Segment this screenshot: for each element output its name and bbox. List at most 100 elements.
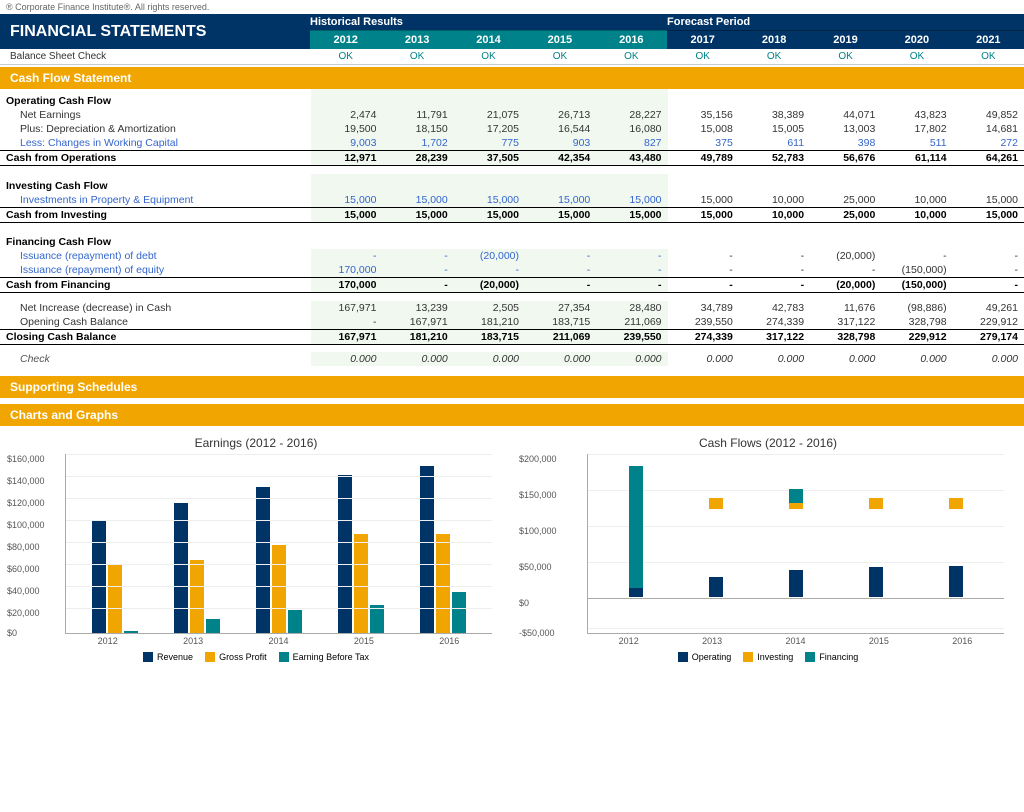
net-earnings-row: Net Earnings 2,474 11,791 21,075 26,713 … bbox=[0, 108, 1024, 122]
da-2020: 17,802 bbox=[881, 122, 952, 136]
bsc-2017: OK bbox=[667, 49, 738, 64]
cff-2015: - bbox=[525, 278, 596, 293]
inv-f2 bbox=[739, 174, 810, 193]
cashflow-x-labels: 2012 2013 2014 2015 2016 bbox=[587, 634, 1004, 646]
chk-2016: 0.000 bbox=[596, 352, 667, 366]
prop-2017: 15,000 bbox=[668, 193, 739, 208]
earnings-chart-title: Earnings (2012 - 2016) bbox=[10, 436, 502, 450]
cfo-2016: 43,480 bbox=[596, 151, 667, 166]
bsc-2013: OK bbox=[381, 49, 452, 64]
nic-label: Net Increase (decrease) in Cash bbox=[0, 301, 311, 315]
supporting-schedules-header: Supporting Schedules bbox=[0, 376, 1024, 398]
cff-2012: 170,000 bbox=[311, 278, 382, 293]
da-2016: 16,080 bbox=[596, 122, 667, 136]
ne-2019: 44,071 bbox=[810, 108, 881, 122]
prop-2016: 15,000 bbox=[596, 193, 667, 208]
prop-2012: 15,000 bbox=[311, 193, 382, 208]
ccb-2013: 181,210 bbox=[382, 329, 453, 344]
cf-x-2014: 2014 bbox=[785, 636, 805, 646]
eq-2015: - bbox=[525, 263, 596, 278]
bsc-2020: OK bbox=[881, 49, 952, 64]
prop-2019: 25,000 bbox=[810, 193, 881, 208]
ocb-2013: 167,971 bbox=[382, 315, 453, 330]
bar-group-2014 bbox=[256, 487, 302, 633]
op-h5 bbox=[596, 89, 667, 108]
debt-2018: - bbox=[739, 249, 810, 263]
cfi-2021: 15,000 bbox=[953, 207, 1024, 222]
ne-2020: 43,823 bbox=[881, 108, 952, 122]
debt-2016: - bbox=[596, 249, 667, 263]
cf-operating-2015 bbox=[869, 567, 883, 597]
cf-bar-group-2015 bbox=[869, 454, 883, 633]
da-2019: 13,003 bbox=[810, 122, 881, 136]
cfo-2018: 52,783 bbox=[739, 151, 810, 166]
x-2012: 2012 bbox=[98, 636, 118, 646]
year-2018: 2018 bbox=[738, 31, 809, 49]
earnings-legend: Revenue Gross Profit Earning Before Tax bbox=[10, 652, 502, 662]
inv-f3 bbox=[810, 174, 881, 193]
wc-2014: 775 bbox=[454, 136, 525, 151]
cf-legend-investing-box bbox=[743, 652, 753, 662]
check-row: Check 0.000 0.000 0.000 0.000 0.000 0.00… bbox=[0, 352, 1024, 366]
nic-2015: 27,354 bbox=[525, 301, 596, 315]
financing-section-label: Financing Cash Flow bbox=[0, 230, 311, 249]
bsc-2019: OK bbox=[810, 49, 881, 64]
revenue-bar-2014 bbox=[256, 487, 270, 633]
ebt-bar-2016 bbox=[452, 592, 466, 633]
cf-bar-group-2013 bbox=[709, 454, 723, 633]
ne-2017: 35,156 bbox=[668, 108, 739, 122]
operating-header-row: Operating Cash Flow bbox=[0, 89, 1024, 108]
equity-label: Issuance (repayment) of equity bbox=[0, 263, 311, 278]
cff-2013: - bbox=[382, 278, 453, 293]
legend-gross-profit: Gross Profit bbox=[205, 652, 267, 662]
debt-2013: - bbox=[382, 249, 453, 263]
prop-2020: 10,000 bbox=[881, 193, 952, 208]
chk-2014: 0.000 bbox=[454, 352, 525, 366]
da-2017: 15,008 bbox=[668, 122, 739, 136]
debt-2017: - bbox=[668, 249, 739, 263]
cf-financing-2014 bbox=[789, 489, 803, 503]
cash-from-operations-row: Cash from Operations 12,971 28,239 37,50… bbox=[0, 151, 1024, 166]
cf-x-2016: 2016 bbox=[952, 636, 972, 646]
da-2014: 17,205 bbox=[454, 122, 525, 136]
prop-2015: 15,000 bbox=[525, 193, 596, 208]
nic-2020: (98,886) bbox=[881, 301, 952, 315]
cfo-2019: 56,676 bbox=[810, 151, 881, 166]
prop-2014: 15,000 bbox=[454, 193, 525, 208]
wc-2018: 611 bbox=[739, 136, 810, 151]
cff-2021: - bbox=[953, 278, 1024, 293]
inv-h3 bbox=[454, 174, 525, 193]
ebt-bar-2012 bbox=[124, 631, 138, 633]
grossproft-bar-2013 bbox=[190, 560, 204, 633]
nic-2013: 13,239 bbox=[382, 301, 453, 315]
depreciation-row: Plus: Depreciation & Amortization 19,500… bbox=[0, 122, 1024, 136]
ocb-2014: 181,210 bbox=[454, 315, 525, 330]
grossproft-bar-2014 bbox=[272, 545, 286, 633]
eq-2012: 170,000 bbox=[311, 263, 382, 278]
cash-flow-table: Operating Cash Flow Net Earnings 2,474 1… bbox=[0, 89, 1024, 374]
historical-label: Historical Results bbox=[310, 14, 667, 31]
op-f5 bbox=[953, 89, 1024, 108]
year-2014: 2014 bbox=[453, 31, 524, 49]
nic-2017: 34,789 bbox=[668, 301, 739, 315]
eq-2021: - bbox=[953, 263, 1024, 278]
wc-2021: 272 bbox=[953, 136, 1024, 151]
op-f1 bbox=[668, 89, 739, 108]
property-investment-row: Investments in Property & Equipment 15,0… bbox=[0, 193, 1024, 208]
chk-2013: 0.000 bbox=[382, 352, 453, 366]
cf-operating-2014 bbox=[789, 570, 803, 597]
wc-2016: 827 bbox=[596, 136, 667, 151]
cf-bar-group-2014 bbox=[789, 454, 803, 633]
wc-2020: 511 bbox=[881, 136, 952, 151]
wc-2012: 9,003 bbox=[311, 136, 382, 151]
cf-operating-2013 bbox=[709, 577, 723, 597]
x-2014: 2014 bbox=[268, 636, 288, 646]
da-2013: 18,150 bbox=[382, 122, 453, 136]
ocb-2015: 183,715 bbox=[525, 315, 596, 330]
cff-2018: - bbox=[739, 278, 810, 293]
op-h1 bbox=[311, 89, 382, 108]
closing-cash-row: Closing Cash Balance 167,971 181,210 183… bbox=[0, 329, 1024, 344]
charts-section: Earnings (2012 - 2016) $160,000 $140,000… bbox=[0, 426, 1024, 672]
operating-section-label: Operating Cash Flow bbox=[0, 89, 311, 108]
cfi-2015: 15,000 bbox=[525, 207, 596, 222]
